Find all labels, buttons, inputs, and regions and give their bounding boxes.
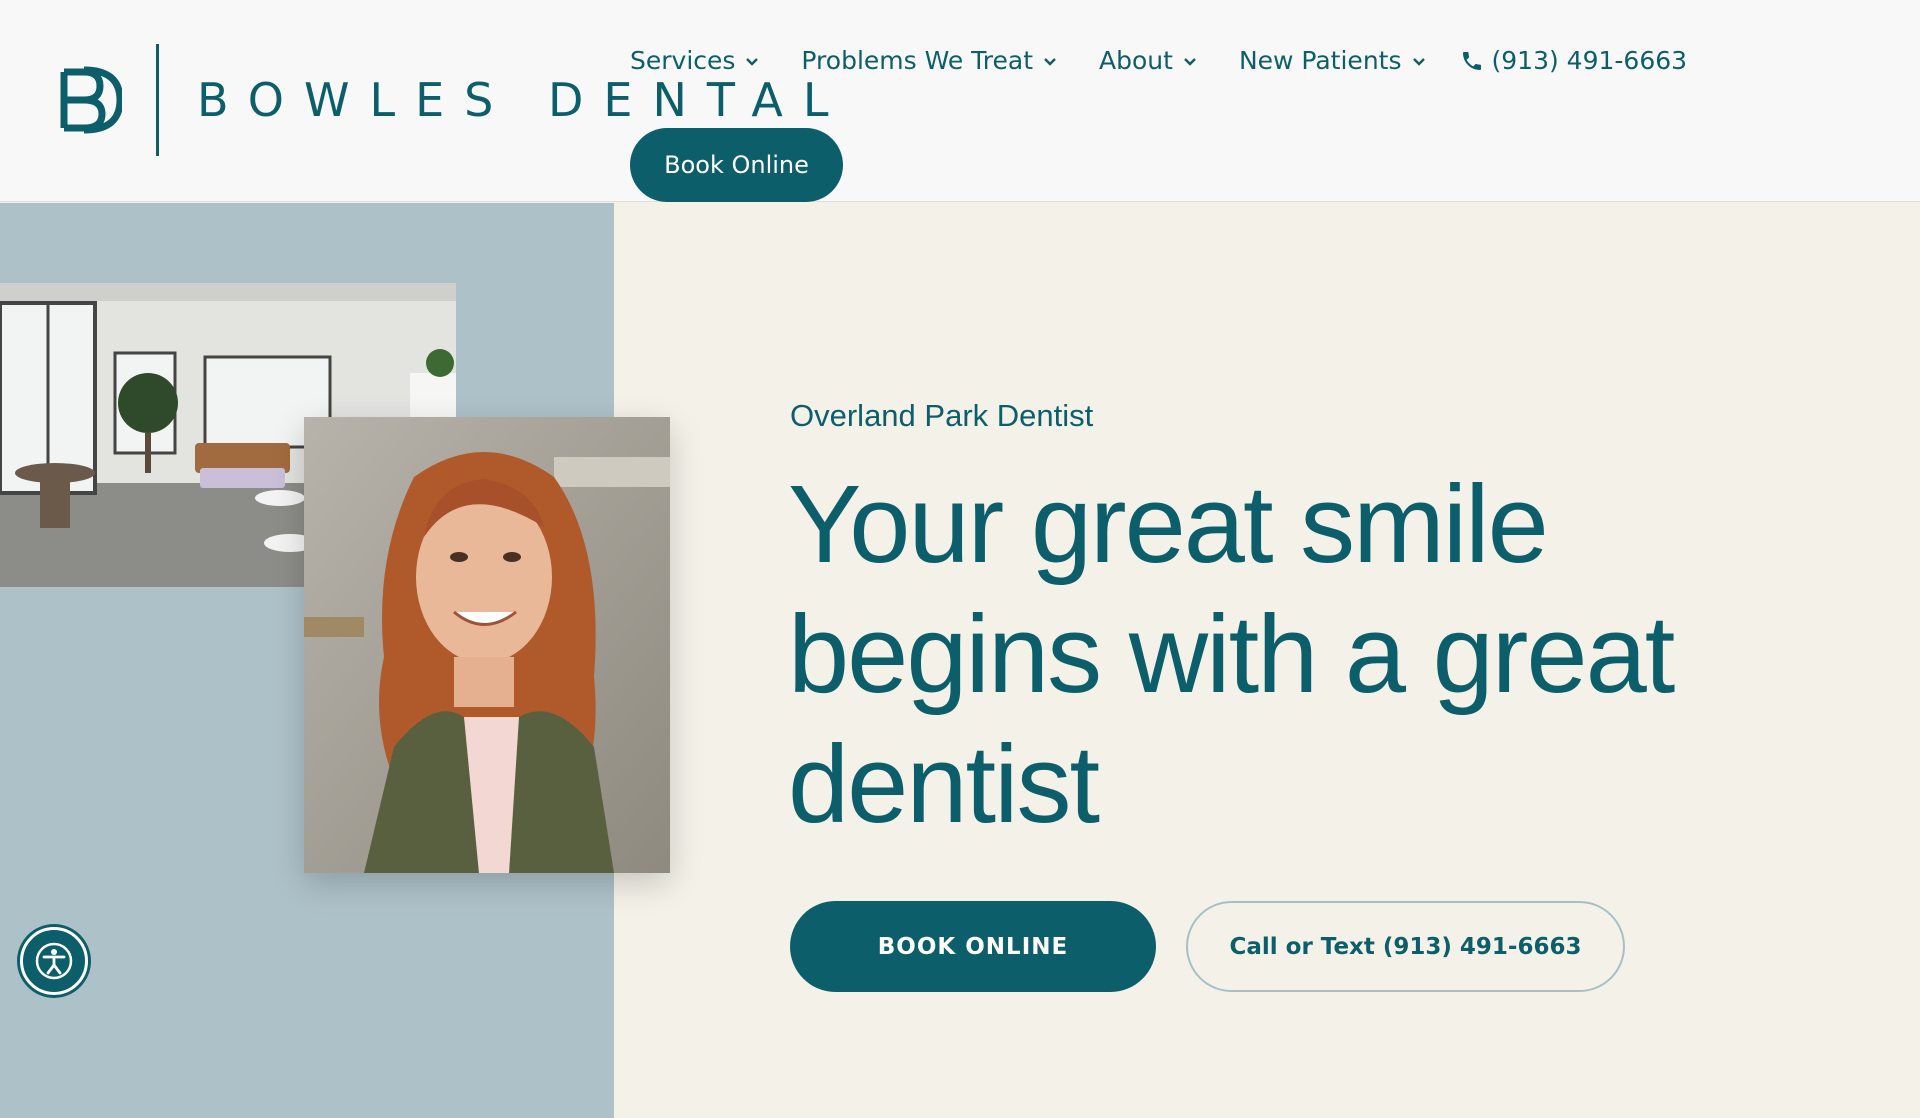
chevron-down-icon — [1412, 57, 1425, 66]
nav-about[interactable]: About — [1099, 46, 1197, 75]
nav-problems-label: Problems We Treat — [801, 46, 1034, 75]
nav-problems-we-treat[interactable]: Problems We Treat — [801, 46, 1057, 75]
nav-services[interactable]: Services — [630, 46, 759, 75]
chevron-down-icon — [1044, 57, 1056, 66]
hero-image-panel — [0, 203, 670, 1118]
dentist-portrait-photo — [304, 417, 670, 873]
accessibility-icon — [35, 942, 73, 980]
logo-wordmark: BOWLES DENTAL — [197, 73, 849, 127]
nav-new-patients[interactable]: New Patients — [1239, 46, 1426, 75]
hero-headline: Your great smile begins with a great den… — [788, 463, 1675, 846]
book-online-hero-button[interactable]: BOOK ONLINE — [790, 901, 1156, 992]
main-nav: Services Problems We Treat About New Pat… — [630, 46, 1687, 75]
bd-monogram-icon — [50, 62, 124, 138]
nav-phone-number: (913) 491-6663 — [1491, 46, 1688, 75]
accessibility-button[interactable] — [20, 927, 88, 995]
nav-services-label: Services — [630, 46, 736, 75]
chevron-down-icon — [746, 57, 759, 66]
phone-icon — [1462, 51, 1481, 70]
hero-eyebrow: Overland Park Dentist — [790, 398, 1094, 433]
logo-divider — [156, 44, 159, 156]
site-header: BOWLES DENTAL Services Problems We Treat… — [0, 0, 1920, 202]
nav-new-patients-label: New Patients — [1238, 46, 1402, 75]
nav-phone-link[interactable]: (913) 491-6663 — [1460, 46, 1688, 75]
book-online-header-button[interactable]: Book Online — [630, 128, 843, 202]
call-or-text-button[interactable]: Call or Text (913) 491-6663 — [1186, 901, 1625, 992]
chevron-down-icon — [1184, 57, 1196, 66]
nav-about-label: About — [1099, 46, 1173, 75]
